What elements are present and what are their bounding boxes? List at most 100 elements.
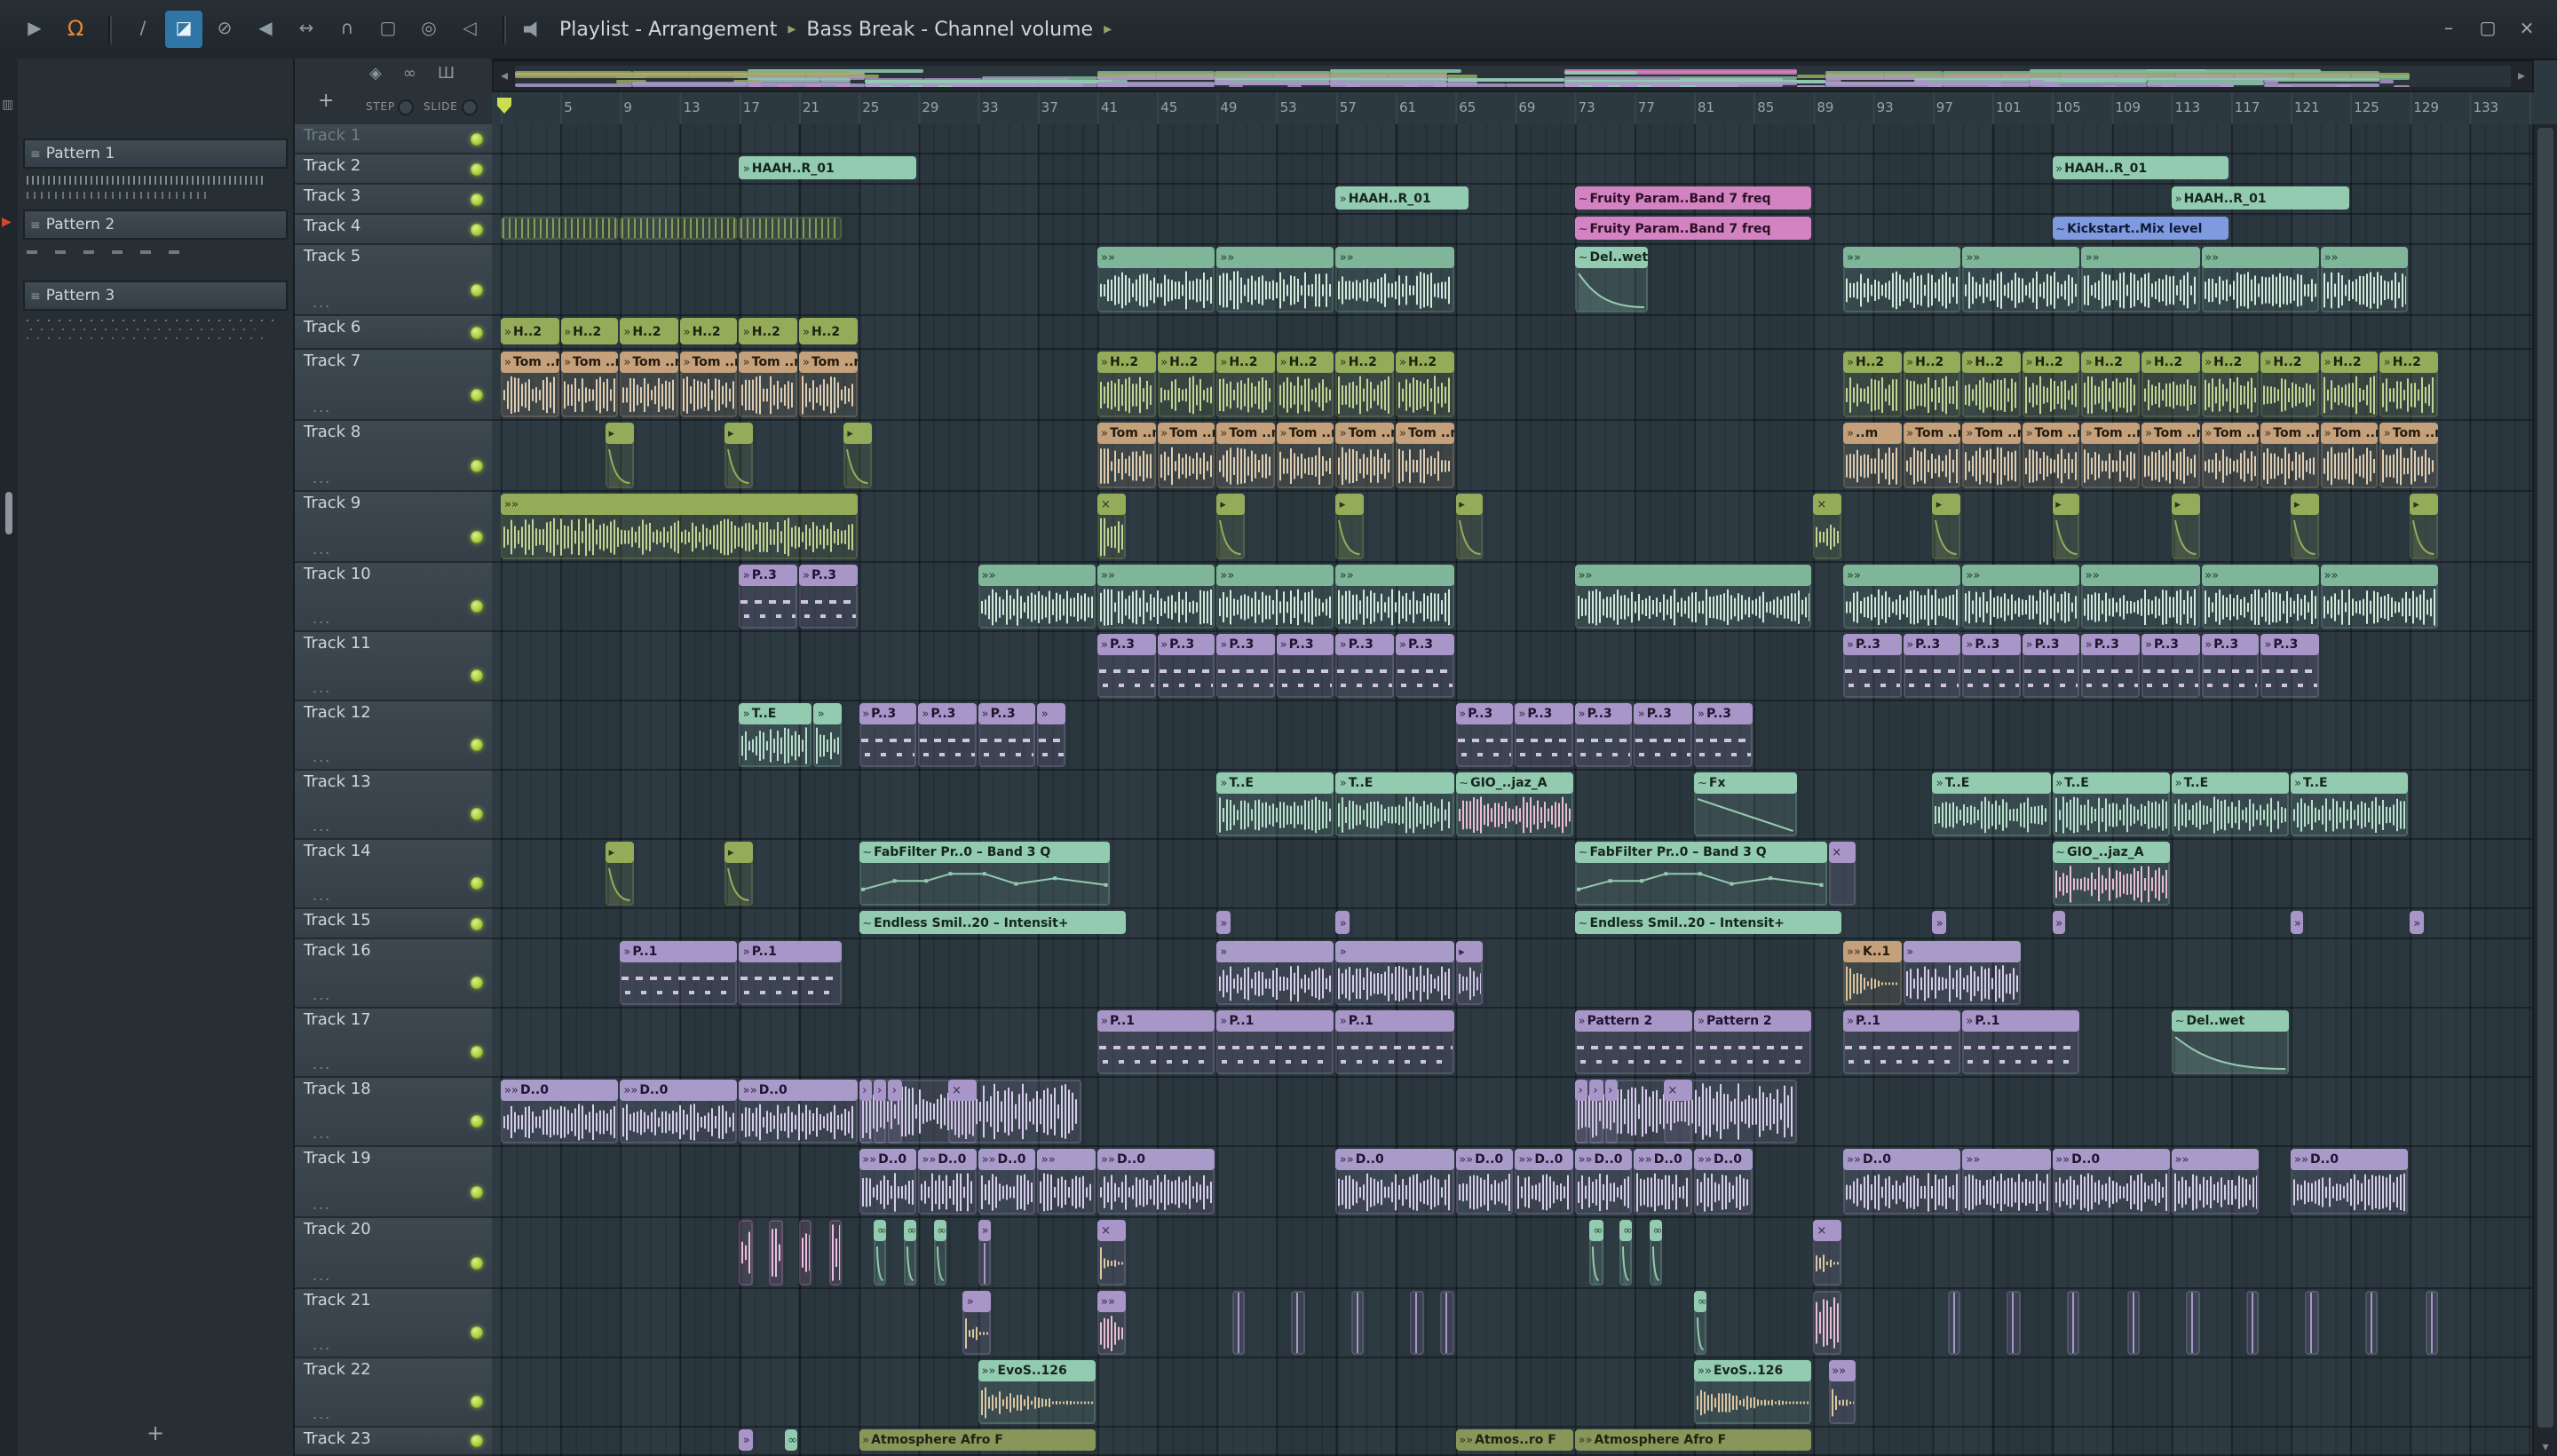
clip[interactable]: [1291, 1291, 1305, 1355]
clip[interactable]: »»: [2320, 247, 2409, 313]
clip[interactable]: »» D..0: [739, 1080, 858, 1143]
clip[interactable]: [769, 1220, 783, 1286]
clip[interactable]: »: [1932, 911, 1946, 934]
clip[interactable]: » P..3: [2081, 634, 2140, 698]
clip[interactable]: ▸: [2410, 494, 2438, 559]
clip[interactable]: » T..E: [2171, 772, 2289, 836]
pattern-item[interactable]: ≡ Pattern 1: [23, 138, 288, 169]
slip-tool[interactable]: ↔: [288, 11, 325, 48]
clip[interactable]: » H..2: [560, 318, 619, 344]
clip[interactable]: ▸: [1335, 494, 1365, 559]
clip[interactable]: [1947, 1291, 1961, 1355]
track-header[interactable]: Track 7...: [295, 350, 492, 421]
clip[interactable]: ▸: [2052, 494, 2080, 559]
clip[interactable]: » T..E: [1932, 772, 2051, 836]
clip[interactable]: » P..1: [620, 941, 738, 1005]
play-button[interactable]: ▶: [16, 11, 53, 48]
clip[interactable]: ~ Fruity Param..Band 7 freq: [1574, 186, 1812, 210]
clip[interactable]: » P..3: [2141, 634, 2200, 698]
clip[interactable]: » Pattern 2: [1694, 1010, 1812, 1074]
clip[interactable]: ▸: [2291, 494, 2319, 559]
clip[interactable]: [501, 217, 619, 240]
clip[interactable]: »: [1335, 941, 1454, 1005]
clip[interactable]: [1410, 1291, 1424, 1355]
clip[interactable]: ▸: [2171, 494, 2200, 559]
slide-link-icon[interactable]: ∞: [403, 66, 416, 83]
clip[interactable]: » P..3: [2201, 634, 2260, 698]
clip[interactable]: »: [1335, 911, 1350, 934]
clip[interactable]: »»: [1843, 247, 1961, 313]
track-mute-led[interactable]: [471, 1326, 483, 1339]
clip[interactable]: »Tom ..m: [1962, 423, 2021, 488]
clip[interactable]: » H..2: [799, 318, 858, 344]
clip[interactable]: ›: [888, 1080, 902, 1143]
clip[interactable]: ×: [1097, 494, 1126, 559]
timeline-ruler[interactable]: 5 9 13 17 21 25 29 33 37 41 45 49 53 57 61 65 69 73 77 81 85…: [492, 92, 2534, 126]
clip[interactable]: » H..2: [1962, 352, 2021, 417]
track-mute-led[interactable]: [471, 1186, 483, 1199]
playhead-marker[interactable]: [497, 98, 511, 114]
clip[interactable]: »»: [2201, 565, 2319, 629]
clip[interactable]: » HAAH..R_01: [739, 156, 917, 179]
track-header[interactable]: Track 18...: [295, 1078, 492, 1147]
clip[interactable]: »Tom ..m: [1276, 423, 1334, 488]
clip[interactable]: » H..2: [501, 318, 559, 344]
clip[interactable]: » H..2: [1276, 352, 1334, 417]
clip[interactable]: » T..E: [739, 703, 812, 767]
clip[interactable]: »»: [1037, 1149, 1096, 1215]
playlist-overview-scrollbar[interactable]: ◂ ▸: [492, 60, 2534, 92]
track-header[interactable]: Track 5...: [295, 245, 492, 316]
clip[interactable]: »»: [1097, 1291, 1126, 1355]
clip[interactable]: » H..2: [2081, 352, 2140, 417]
clip[interactable]: » T..E: [1335, 772, 1454, 836]
clip[interactable]: » H..2: [1396, 352, 1454, 417]
clip[interactable]: »Tom ..m: [1097, 423, 1156, 488]
clip[interactable]: ▸: [843, 423, 872, 488]
clip[interactable]: »»: [1962, 1149, 2051, 1215]
clip[interactable]: [1813, 1291, 1841, 1355]
clip[interactable]: »»: [1216, 247, 1334, 313]
clip[interactable]: »» D..0: [620, 1080, 738, 1143]
clip[interactable]: » P..3: [1694, 703, 1753, 767]
clip[interactable]: »Tom ..m: [2201, 423, 2260, 488]
clip[interactable]: »» D..0: [1574, 1149, 1633, 1215]
zoom-tool[interactable]: ◎: [410, 11, 447, 48]
delete-tool[interactable]: ⊘: [206, 11, 243, 48]
clip[interactable]: »: [1216, 911, 1231, 934]
clip[interactable]: ›: [859, 1080, 872, 1143]
clip[interactable]: ×: [1813, 494, 1841, 559]
clip[interactable]: » P..3: [799, 565, 858, 629]
close-button[interactable]: ×: [2507, 8, 2546, 51]
clip[interactable]: » HAAH..R_01: [2171, 186, 2349, 210]
clip[interactable]: » H..2: [1843, 352, 1902, 417]
clip[interactable]: ▸: [1216, 494, 1245, 559]
clip[interactable]: [799, 1220, 812, 1286]
clip[interactable]: [2126, 1291, 2140, 1355]
clip[interactable]: » P..3: [739, 565, 797, 629]
track-header[interactable]: Track 1: [295, 124, 492, 154]
track-header[interactable]: Track 11...: [295, 632, 492, 701]
clip[interactable]: »»: [2201, 247, 2319, 313]
track-header[interactable]: Track 6: [295, 316, 492, 350]
clip[interactable]: »Tom ..m: [2081, 423, 2140, 488]
clip[interactable]: »Tom ..m: [2141, 423, 2200, 488]
clip[interactable]: »» D..0: [1097, 1149, 1215, 1215]
pattern-item[interactable]: ≡ Pattern 3: [23, 281, 288, 311]
clip[interactable]: »»: [1828, 1360, 1856, 1424]
clip[interactable]: »» D..0: [1634, 1149, 1692, 1215]
clip[interactable]: ▸: [1455, 494, 1484, 559]
pattern-item[interactable]: ≡ Pattern 2: [23, 210, 288, 240]
clip[interactable]: ∞: [1649, 1220, 1663, 1286]
title-chevron-icon-2[interactable]: ▸: [1104, 20, 1112, 38]
clip[interactable]: » H..2: [620, 318, 678, 344]
track-mute-led[interactable]: [471, 1046, 483, 1058]
clip[interactable]: » H..2: [2379, 352, 2438, 417]
clip[interactable]: »»: [1843, 565, 1961, 629]
clip[interactable]: » P..3: [1157, 634, 1215, 698]
clip[interactable]: ∞: [874, 1220, 887, 1286]
clip[interactable]: ~ FabFilter Pr..0 – Band 3 Q: [859, 842, 1111, 906]
clip[interactable]: »»: [1097, 565, 1215, 629]
clip[interactable]: [1231, 1291, 1245, 1355]
clip[interactable]: » Pattern 2: [1574, 1010, 1692, 1074]
clip[interactable]: [828, 1220, 843, 1286]
